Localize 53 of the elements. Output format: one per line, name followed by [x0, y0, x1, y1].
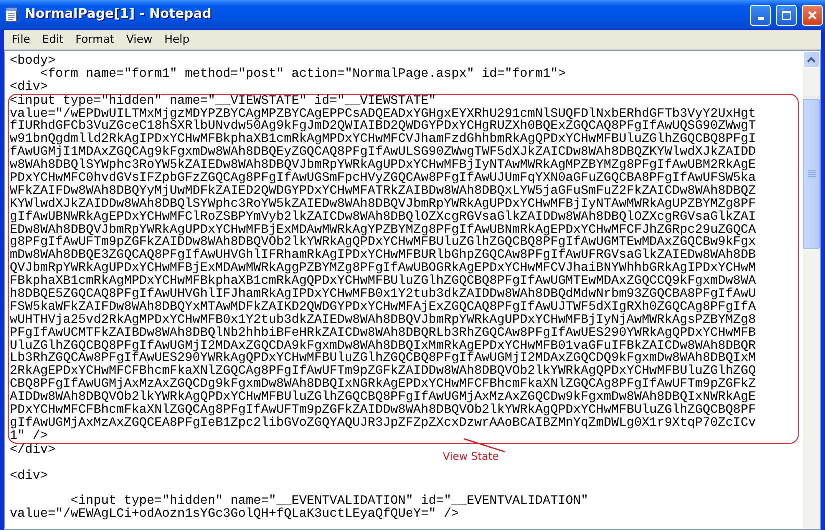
- code-line: <div>: [10, 470, 48, 482]
- code-line: Lb3RhZGQCAw8PFgIfAwUES290YWRkAgQPDxYCHwMFBUluZGlhZGQCBQ8PFgIfAwUGMjI2MDAxZGQCDQ9kFgxmDw8WAh8DBQIxM: [10, 352, 756, 366]
- code-line: <input type="hidden" name="__VIEWSTATE" id="__VIEWSTATE": [10, 94, 436, 108]
- code-line: CBQ8PFgIfAwUGMjAxMzAxZGQCDg9kFgxmDw8WAh8DBQIxNGRkAgEPDxYCHwMFCFBhcmFkaXNlZGQCAg8PFgIfAwUFTm9pZGFkZ: [10, 378, 756, 392]
- code-line: gIfAwUGMjAxMzAxZGQCEA8PFgIeB1Zpc2libGVoZGQYAQUJR3JpZFZpZXcxDzwrAAoBCAIBZMnYqZmDWLg0X1r9XtqP70ZcICv: [10, 416, 756, 430]
- code-line: UluZGlhZGQCBQ8PFgIfAwUGMjI2MDAxZGQCDA9kFgxmDw8WAh8DBQIxMmRkAgEPDxYCHwMFB01vaGFuIFBkZAICDw8WAh8DBQR: [10, 340, 756, 352]
- window-title: NormalPage[1] - Notepad: [25, 6, 212, 24]
- minimize-button[interactable]: [750, 4, 771, 26]
- close-icon: [807, 10, 818, 20]
- code-line: <input type="hidden" name="__EVENTVALIDATION" id="__EVENTVALIDATION": [70, 495, 589, 508]
- code-line: AIDDw8WAh8DBQVOb2lkYWRkAgQPDxYCHwMFBUluZGlhZGQCBQ8PFgIfAwUGMjAxMzAxZGQCDw9kFgxmDw8WAh8DBQIxNWRkAgE: [10, 391, 756, 404]
- notepad-icon: [4, 7, 20, 23]
- menu-item[interactable]: Help: [158, 30, 196, 48]
- code-line: PFgIfAwUCMTFkZAIBDw8WAh8DBQlNb2hhbiBFeHRkZAICDw8WAh8DBQRLb3RhZGQCAw8PFgIfAwUES290YWRkAgQPDxYCHwMFB: [10, 326, 756, 340]
- menu-item[interactable]: File: [6, 30, 36, 48]
- maximize-icon: [781, 10, 792, 20]
- maximize-button[interactable]: [776, 4, 797, 26]
- code-line: <div>: [10, 80, 48, 94]
- code-line: FSW5kaWFkZAIFDw8WAh8DBQYxMTAwMDFkZAIKD2QWDGYPDxYCHwMFAjExZGQCAQ8PFgIfAwUJTWF5dXIgRXh0ZGQCAg8PFgIfA: [10, 300, 756, 314]
- code-line: mDw8WAh8DBQE3ZGQCAQ8PFgIfAwUHVGhlIFRhamRkAgIPDxYCHwMFBURlbGhpZGQCAw8PFgIfAwUFRGVsaGlkZAIEDw8WAh8DB: [10, 249, 756, 262]
- menu-item[interactable]: Format: [70, 30, 120, 48]
- code-line: wUHTHVja25vd2RkAgMPDxYCHwMFB0x1Y2tub3dkZAIEDw8WAh8DBQVJbmRpYWRkAgUPDxYCHwMFBjIyNjAwMWRkAgsPZBYMZg8: [10, 314, 756, 327]
- code-line: PDxYCHwMFCFBhcmFkaXNlZGQCAg8PFgIfAwUFTm9pZGFkZAIDDw8WAh8DBQVOb2lkYWRkAgQPDxYCHwMFBUluZGlhZGQCBQ8PF: [10, 404, 756, 417]
- leader-line: [464, 438, 506, 453]
- callout-label: View State: [443, 451, 500, 464]
- code-line: 2RkAgEPDxYCHwMFCFBhcmFkaXNlZGQCAg8PFgIfAwUFTm9pZGFkZAIDDw8WAh8DBQVOb2lkYWRkAgQPDxYCHwMFBUluZGlhZGQ: [10, 365, 756, 378]
- menu-item[interactable]: Edit: [36, 30, 70, 48]
- code-line: QVJbmRpYWRkAgUPDxYCHwMFBjExMDAwMWRkAggPZBYMZg8PFgIfAwUBOGRkAgEPDxYCHwMFCVJhaiBNYWhhbGRkAgIPDxYCHwM: [10, 262, 756, 276]
- code-line: w91bnQgdmlld2RkAgIPDxYCHwMFBkphaXB1cmRkAgMPDxYCHwMFCVJhamFzdGhhbmRkAgQPDxYCHwMFBUluZGlhZGQCBQ8PFgI: [10, 133, 756, 146]
- code-line: value="/wEWAgLCi+odAozn1sYGc3GolQH+fQLaK3uctLEyaQfQUeY=" />: [10, 508, 460, 522]
- code-line: </div>: [10, 444, 56, 457]
- code-line: <body>: [10, 55, 56, 68]
- code-line: PDxYCHwMFC0hvdGVsIFZpbGFzZGQCAg8PFgIfAwUGSmFpcHVyZGQCAw8PFgIfAwUJUmFqYXN0aGFuZGQCBA8PFgIfAwUFSW5ka: [10, 172, 756, 185]
- code-line: fAwUGMjI1MDAxZGQCAg9kFgxmDw8WAh8DBQEyZGQCAQ8PFgIfAwULSG90ZWwgTWF5dXJkZAICDw8WAh8DBQZKYWlwdXJkZAIDD: [10, 146, 756, 160]
- close-button[interactable]: [802, 4, 823, 26]
- code-line: WFkZAIFDw8WAh8DBQYyMjUwMDFkZAIED2QWDGYPDxYCHwMFATRkZAIBDw8WAh8DBQxLYW5jaGFuSmFuZ2FkZAICDw8WAh8DBQZ: [10, 184, 756, 198]
- scrollbar-thumb[interactable]: [803, 99, 820, 249]
- code-line: w8WAh8DBQlSYWphc3RoYW5kZAIEDw8WAh8DBQVJbmRpYWRkAgUPDxYCHwMFBjIyNTAwMWRkAgMPZBYMZg8PFgIfAwUBM2RkAgE: [10, 159, 756, 172]
- code-line: g8PFgIfAwUFTm9pZGFkZAIDDw8WAh8DBQVOb2lkYWRkAgQPDxYCHwMFBUluZGlhZGQCBQ8PFgIfAwUGMTEwMDAxZGQCBw9kFgx: [10, 236, 756, 250]
- text-area[interactable]: [4, 50, 821, 530]
- code-line: fIURhdGFCb3VuZGceC18hSXRlbUNvdw50Ag9kFgJmD2QWIAIBD2QWDGYPDxYCHgRUZXh0BQExZGQCAQ8PFgIfAwUQSG90ZWwgT: [10, 120, 756, 134]
- minimize-icon: [758, 16, 764, 20]
- code-line: <form name="form1" method="post" action="NormalPage.aspx" id="form1">: [40, 68, 566, 81]
- code-line: EDw8WAh8DBQVJbmRpYWRkAgUPDxYCHwMFBjExMDAwMWRkAgYPZBYMZg8PFgIfAwUBNmRkAgEPDxYCHwMFCFJhZGRpc29uZGQCA: [10, 224, 756, 236]
- code-line: gIfAwUBNWRkAgEPDxYCHwMFClRoZSBPYmVyb2lkZAICDw8WAh8DBQlOZXcgRGVsaGlkZAIDDw8WAh8DBQlOZXcgRGVsaGlkZAI: [10, 210, 756, 224]
- code-line: value="/wEPDwUILTMxMjgzMDYPZBYCAgMPZBYCAgEPPCsADQEADxYGHgxEYXRhU291cmNlSUQFDlNxbERhdGFTb3VyY2UxHgt: [10, 108, 756, 120]
- code-line: KYWlwdXJkZAIDDw8WAh8DBQlSYWphc3RoYW5kZAIEDw8WAh8DBQVJbmRpYWRkAgUPDxYCHwMFBjIyNTAwMWRkAgUPZBYMZg8PF: [10, 198, 756, 211]
- code-line: 1" />: [10, 430, 48, 443]
- code-line: FBkphaXB1cmRkAgMPDxYCHwMFBkphaXB1cmRkAgQPDxYCHwMFBUluZGlhZGQCBQ8PFgIfAwUGMTEwMDAxZGQCCQ9kFgxmDw8WA: [10, 275, 756, 288]
- menu-item[interactable]: View: [120, 30, 159, 48]
- code-line: h8DBQE5ZGQCAQ8PFgIfAwUHVGhlIFJhamRkAgIPDxYCHwMFB0x1Y2tub3dkZAIDDw8WAh8DBQdMdwNrbm93ZGQCBA8PFgIfAwU: [10, 288, 756, 301]
- scroll-up-button[interactable]: [803, 51, 820, 68]
- grip-icon: [808, 170, 816, 178]
